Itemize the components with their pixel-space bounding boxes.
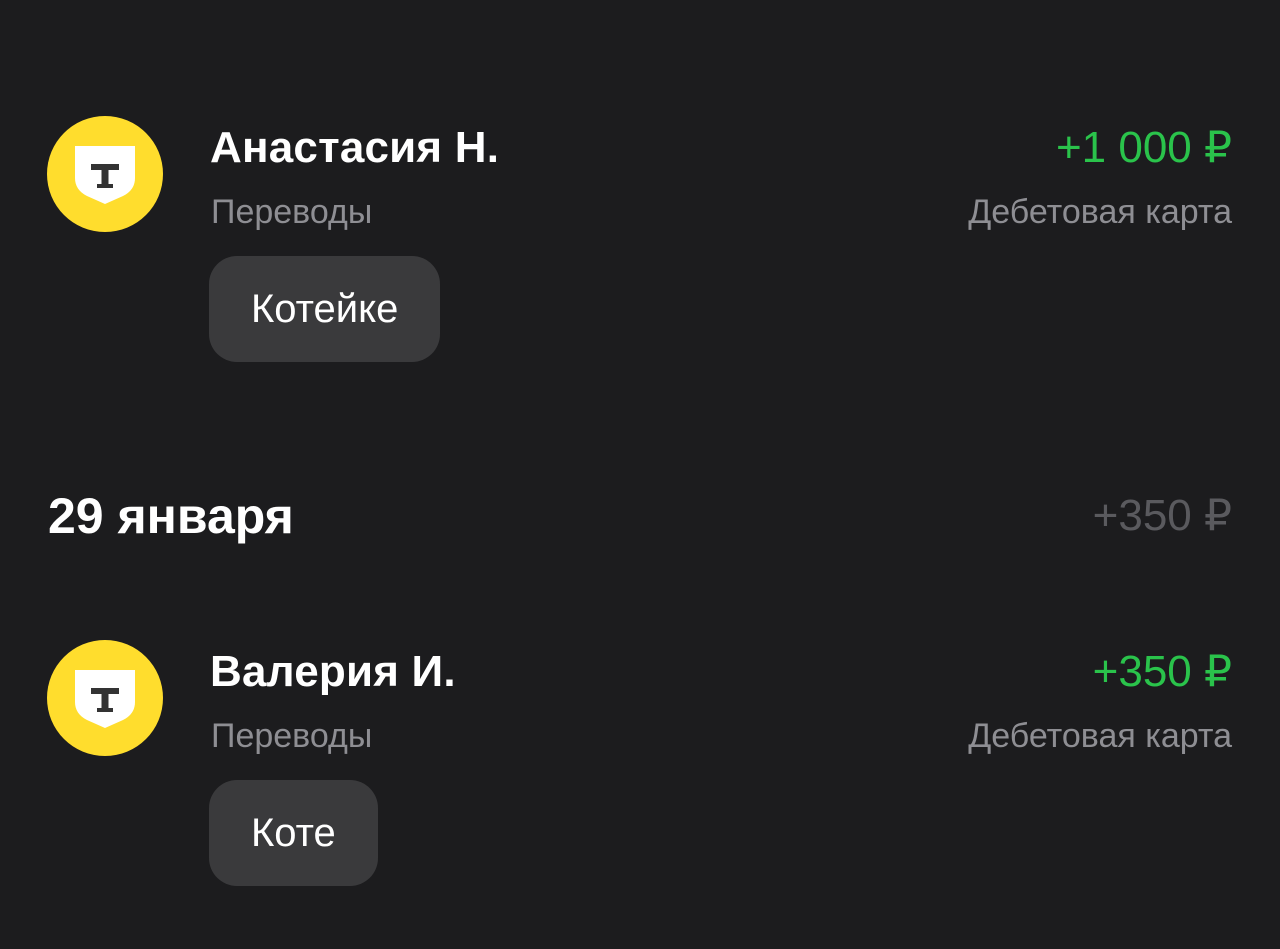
- operation-merchant: Анастасия Н.: [210, 123, 500, 172]
- operation-account: Дебетовая карта: [968, 717, 1232, 755]
- operation-item[interactable]: Валерия И. Переводы +350 ₽ Дебетовая кар…: [0, 640, 1280, 886]
- operation-category: Переводы: [211, 193, 373, 231]
- operation-account: Дебетовая карта: [968, 193, 1232, 231]
- operation-amount: +1 000 ₽: [1055, 123, 1232, 172]
- operation-comment[interactable]: Котейке: [209, 256, 441, 362]
- operation-amount: +350 ₽: [1092, 647, 1232, 696]
- tbank-shield-icon: [47, 116, 163, 232]
- operation-item[interactable]: Анастасия Н. Переводы +1 000 ₽ Дебетовая…: [0, 116, 1280, 362]
- operation-category: Переводы: [211, 717, 373, 755]
- tbank-shield-icon: [47, 640, 163, 756]
- date-group-title: 29 января: [48, 488, 294, 544]
- date-group-total: +350 ₽: [1092, 491, 1232, 540]
- operation-comment[interactable]: Коте: [209, 780, 378, 886]
- operation-merchant: Валерия И.: [210, 647, 456, 696]
